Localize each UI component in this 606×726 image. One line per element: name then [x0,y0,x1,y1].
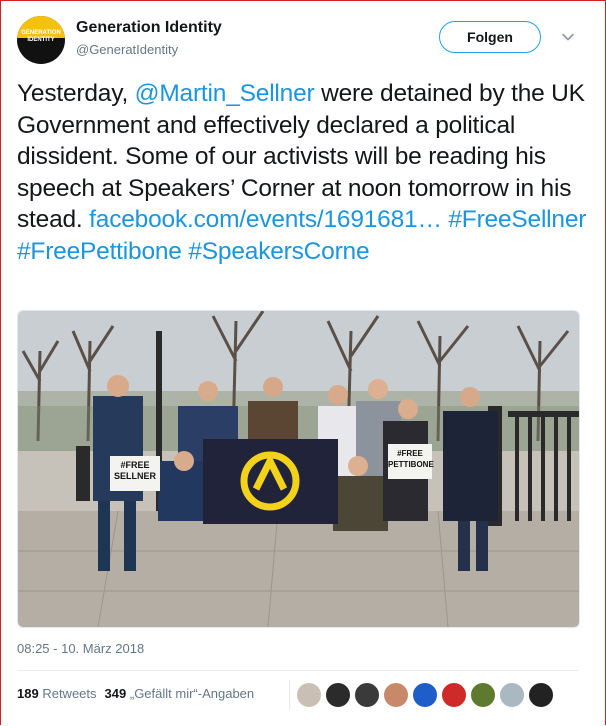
chevron-down-icon[interactable] [561,30,575,44]
liker-avatar[interactable] [499,682,525,708]
follow-button[interactable]: Folgen [439,21,541,53]
hashtag-link-1[interactable]: #FreeSellner [448,206,586,233]
liker-avatar[interactable] [470,682,496,708]
liker-avatar[interactable] [441,682,467,708]
stats-bar: 189 Retweets 349 „Gefällt mir“-Angaben [17,686,254,701]
retweets-count: 189 [17,686,39,701]
mention-link[interactable]: @Martin_Sellner [135,80,315,107]
sign-left-line-2: SELLNER [113,471,156,481]
liker-avatar[interactable] [354,682,380,708]
liker-avatar[interactable] [325,682,351,708]
divider [17,670,578,671]
account-name[interactable]: Generation Identity [76,19,222,37]
tweet-text: Yesterday, @Martin_Sellner were detained… [17,78,592,267]
tweet-text-part-1: Yesterday, [17,80,135,107]
hashtag-link-2[interactable]: #FreePettibone [17,238,182,265]
url-link[interactable]: facebook.com/events/1691681… [89,206,442,233]
avatar-text-line-1: GENERATION [21,30,61,36]
group-photo-illustration [18,311,579,627]
liker-avatar[interactable] [296,682,322,708]
tweet-photo[interactable]: #FREE SELLNER #FREE PETTIBONE [17,310,580,628]
avatar[interactable]: GENERATION IDENTITY [17,16,65,64]
likes-label: „Gefällt mir“-Angaben [129,686,255,701]
sign-left-line-1: #FREE [120,460,150,470]
retweets-label: Retweets [42,686,97,701]
liker-avatar[interactable] [528,682,554,708]
hashtag-link-3[interactable]: #SpeakersCorne [188,238,369,265]
avatar-text-line-2: IDENTITY [27,37,55,43]
likes-count: 349 [104,686,127,701]
liker-avatar[interactable] [412,682,438,708]
retweets-stat[interactable]: 189 Retweets [17,686,97,701]
likes-stat[interactable]: 349 „Gefällt mir“-Angaben [105,686,255,701]
account-handle[interactable]: @GeneratIdentity [76,42,178,57]
timestamp[interactable]: 08:25 - 10. März 2018 [17,641,144,656]
sign-right-line-1: #FREE [397,449,423,458]
liker-avatar[interactable] [383,682,409,708]
sign-right-line-2: PETTIBONE [388,460,434,469]
stats-separator [289,680,290,710]
